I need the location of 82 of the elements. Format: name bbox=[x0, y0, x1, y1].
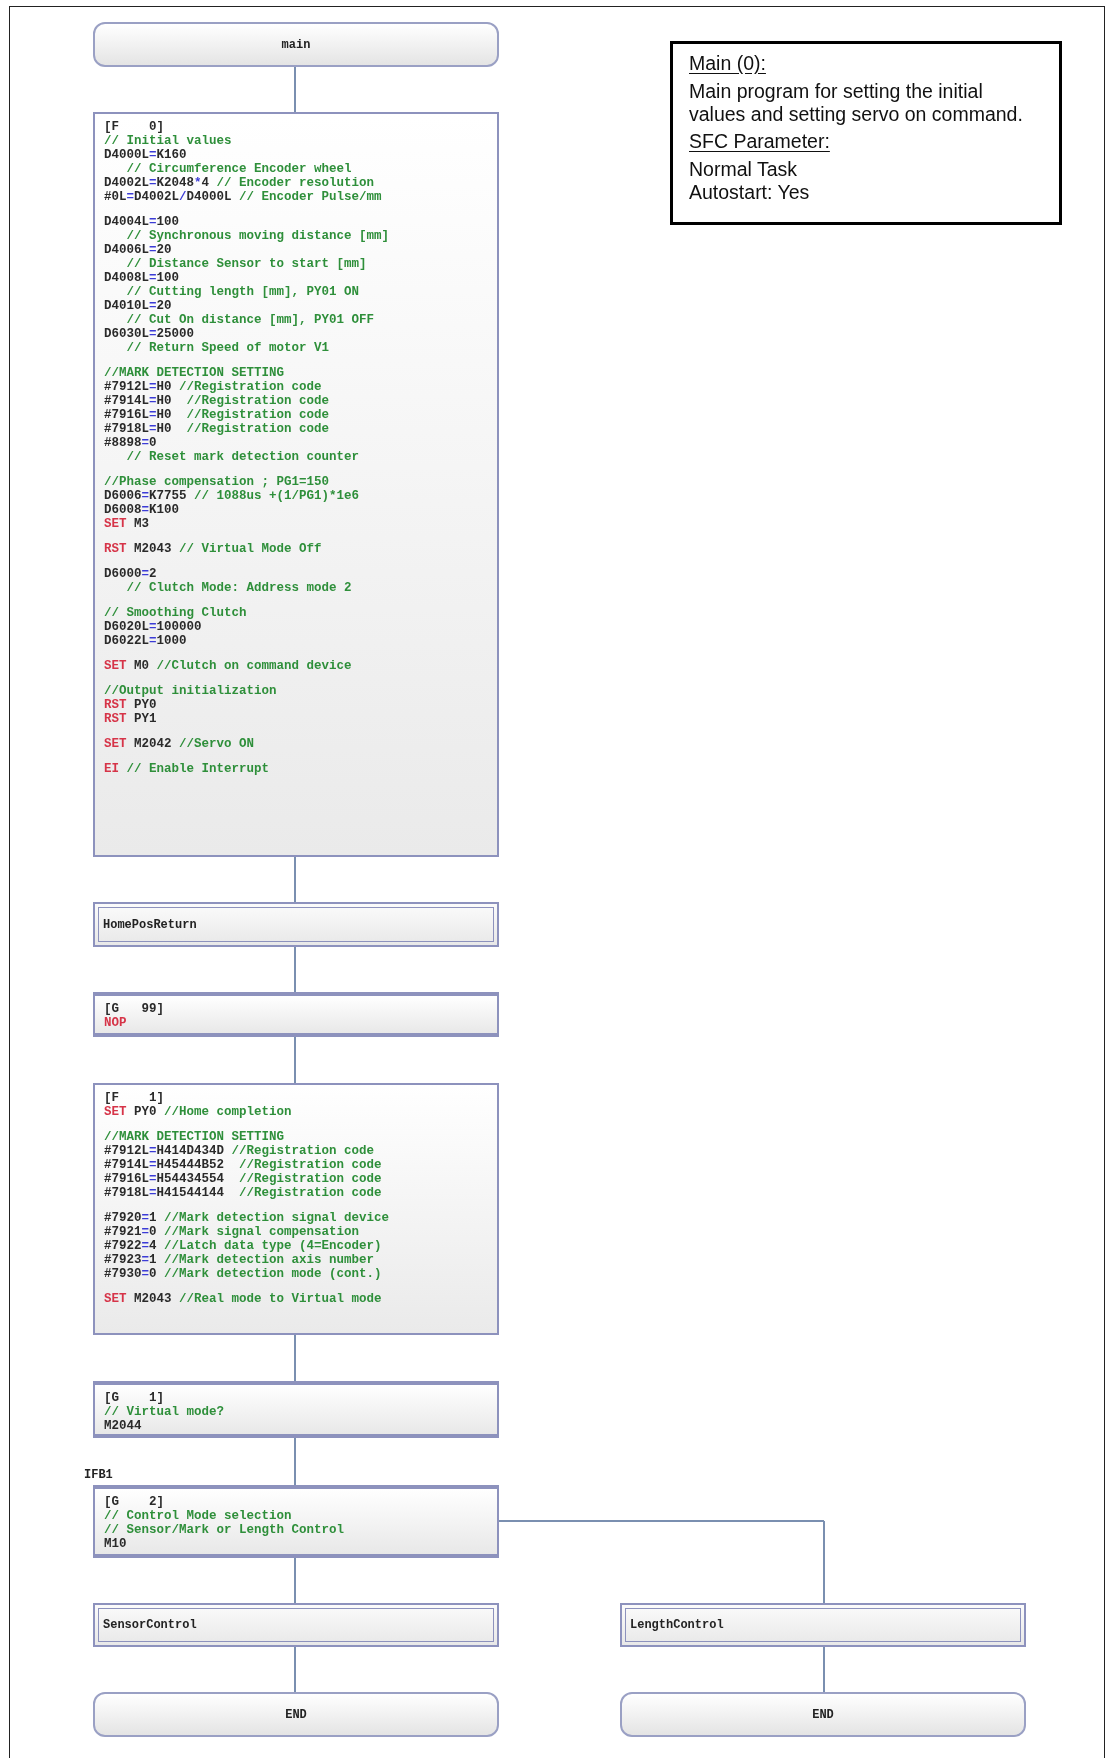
code-line: [G 99] bbox=[104, 1002, 164, 1016]
code-line: D4002L=K2048*4 // Encoder resolution bbox=[104, 176, 375, 190]
panel-heading: SFC Parameter: bbox=[689, 130, 830, 153]
connector-line bbox=[294, 1037, 296, 1083]
code-line: #7918L=H0 //Registration code bbox=[104, 422, 330, 436]
code-line: M10 bbox=[104, 1537, 127, 1551]
terminal-step: main bbox=[93, 22, 499, 67]
code-line: // Clutch Mode: Address mode 2 bbox=[125, 581, 352, 595]
code-line: M2044 bbox=[104, 1419, 142, 1433]
code-line: D4008L=100 bbox=[104, 271, 180, 285]
code-line: // Sensor/Mark or Length Control bbox=[104, 1523, 345, 1537]
code-line: // Distance Sensor to start [mm] bbox=[125, 257, 367, 271]
code-line: // Smoothing Clutch bbox=[104, 606, 247, 620]
code-line: //MARK DETECTION SETTING bbox=[104, 1130, 285, 1144]
code-line: // Cut On distance [mm], PY01 OFF bbox=[125, 313, 375, 327]
code-line: #7916L=H0 //Registration code bbox=[104, 408, 330, 422]
code-line: #0L=D4002L/D4000L // Encoder Pulse/mm bbox=[104, 190, 382, 204]
panel-heading: Main (0): bbox=[689, 52, 766, 75]
terminal-step: END bbox=[93, 1692, 499, 1737]
code-line: #7914L=H0 //Registration code bbox=[104, 394, 330, 408]
code-line: RST M2043 // Virtual Mode Off bbox=[104, 542, 322, 556]
code-line: #7912L=H414D434D //Registration code bbox=[104, 1144, 375, 1158]
connector-line bbox=[294, 67, 296, 112]
code-line: // Circumference Encoder wheel bbox=[125, 162, 352, 176]
code-line: D6020L=100000 bbox=[104, 620, 202, 634]
subroutine-step: LengthControl bbox=[620, 1603, 1026, 1647]
subroutine-step: HomePosReturn bbox=[93, 902, 499, 947]
code-line: #7918L=H41544144 //Registration code bbox=[104, 1186, 382, 1200]
code-line: //Output initialization bbox=[104, 684, 277, 698]
code-line: D6000=2 bbox=[104, 567, 157, 581]
code-line: // Virtual mode? bbox=[104, 1405, 225, 1419]
code-line: // Initial values bbox=[104, 134, 232, 148]
code-line: // Synchronous moving distance [mm] bbox=[125, 229, 390, 243]
code-line: D4006L=20 bbox=[104, 243, 172, 257]
code-line: // Reset mark detection counter bbox=[125, 450, 360, 464]
code-line: [G 2] bbox=[104, 1495, 164, 1509]
code-line: #7923=1 //Mark detection axis number bbox=[104, 1253, 375, 1267]
code-line: [F 1] bbox=[104, 1091, 164, 1105]
code-line: RST PY1 bbox=[104, 712, 157, 726]
code-line: [G 1] bbox=[104, 1391, 164, 1405]
code-line: D4000L=K160 bbox=[104, 148, 187, 162]
branch-label: IFB1 bbox=[84, 1467, 113, 1484]
code-line: SET M3 bbox=[104, 517, 150, 531]
code-line: #7916L=H54434554 //Registration code bbox=[104, 1172, 382, 1186]
code-line: NOP bbox=[104, 1016, 127, 1030]
panel-text: Main program for setting the initial values and setting servo on command. bbox=[689, 80, 1024, 126]
code-line: SET M2042 //Servo ON bbox=[104, 737, 255, 751]
code-line: D4010L=20 bbox=[104, 299, 172, 313]
terminal-step: END bbox=[620, 1692, 1026, 1737]
code-line: SET PY0 //Home completion bbox=[104, 1105, 292, 1119]
code-line: #7920=1 //Mark detection signal device bbox=[104, 1211, 390, 1225]
code-line: SET M0 //Clutch on command device bbox=[104, 659, 352, 673]
code-line: //Phase compensation ; PG1=150 bbox=[104, 475, 330, 489]
code-line: // Control Mode selection bbox=[104, 1509, 292, 1523]
code-line: D6022L=1000 bbox=[104, 634, 187, 648]
code-line: // Return Speed of motor V1 bbox=[125, 341, 330, 355]
code-line: RST PY0 bbox=[104, 698, 157, 712]
subroutine-step: SensorControl bbox=[93, 1603, 499, 1647]
code-line: //MARK DETECTION SETTING bbox=[104, 366, 285, 380]
code-line: #8898=0 bbox=[104, 436, 157, 450]
code-line: #7921=0 //Mark signal compensation bbox=[104, 1225, 360, 1239]
code-line: #7930=0 //Mark detection mode (cont.) bbox=[104, 1267, 382, 1281]
connector-line bbox=[823, 1647, 825, 1692]
code-line: D6008=K100 bbox=[104, 503, 180, 517]
code-line: EI // Enable Interrupt bbox=[104, 762, 270, 776]
connector-line bbox=[294, 1335, 296, 1381]
code-line: D4004L=100 bbox=[104, 215, 180, 229]
panel-text: Autostart: Yes bbox=[689, 181, 811, 204]
code-line: // Cutting length [mm], PY01 ON bbox=[125, 285, 360, 299]
panel-text: Normal Task bbox=[689, 158, 798, 181]
code-line: D6030L=25000 bbox=[104, 327, 195, 341]
code-line: #7914L=H45444B52 //Registration code bbox=[104, 1158, 382, 1172]
connector-line bbox=[294, 947, 296, 992]
connector-line bbox=[294, 1438, 296, 1485]
code-line: #7922=4 //Latch data type (4=Encoder) bbox=[104, 1239, 382, 1253]
connector-line bbox=[294, 857, 296, 902]
code-line: #7912L=H0 //Registration code bbox=[104, 380, 322, 394]
connector-line bbox=[294, 1647, 296, 1692]
code-line: D6006=K7755 // 1088us +(1/PG1)*1e6 bbox=[104, 489, 360, 503]
code-line: SET M2043 //Real mode to Virtual mode bbox=[104, 1292, 382, 1306]
connector-line bbox=[294, 1558, 296, 1603]
code-line: [F 0] bbox=[104, 120, 164, 134]
